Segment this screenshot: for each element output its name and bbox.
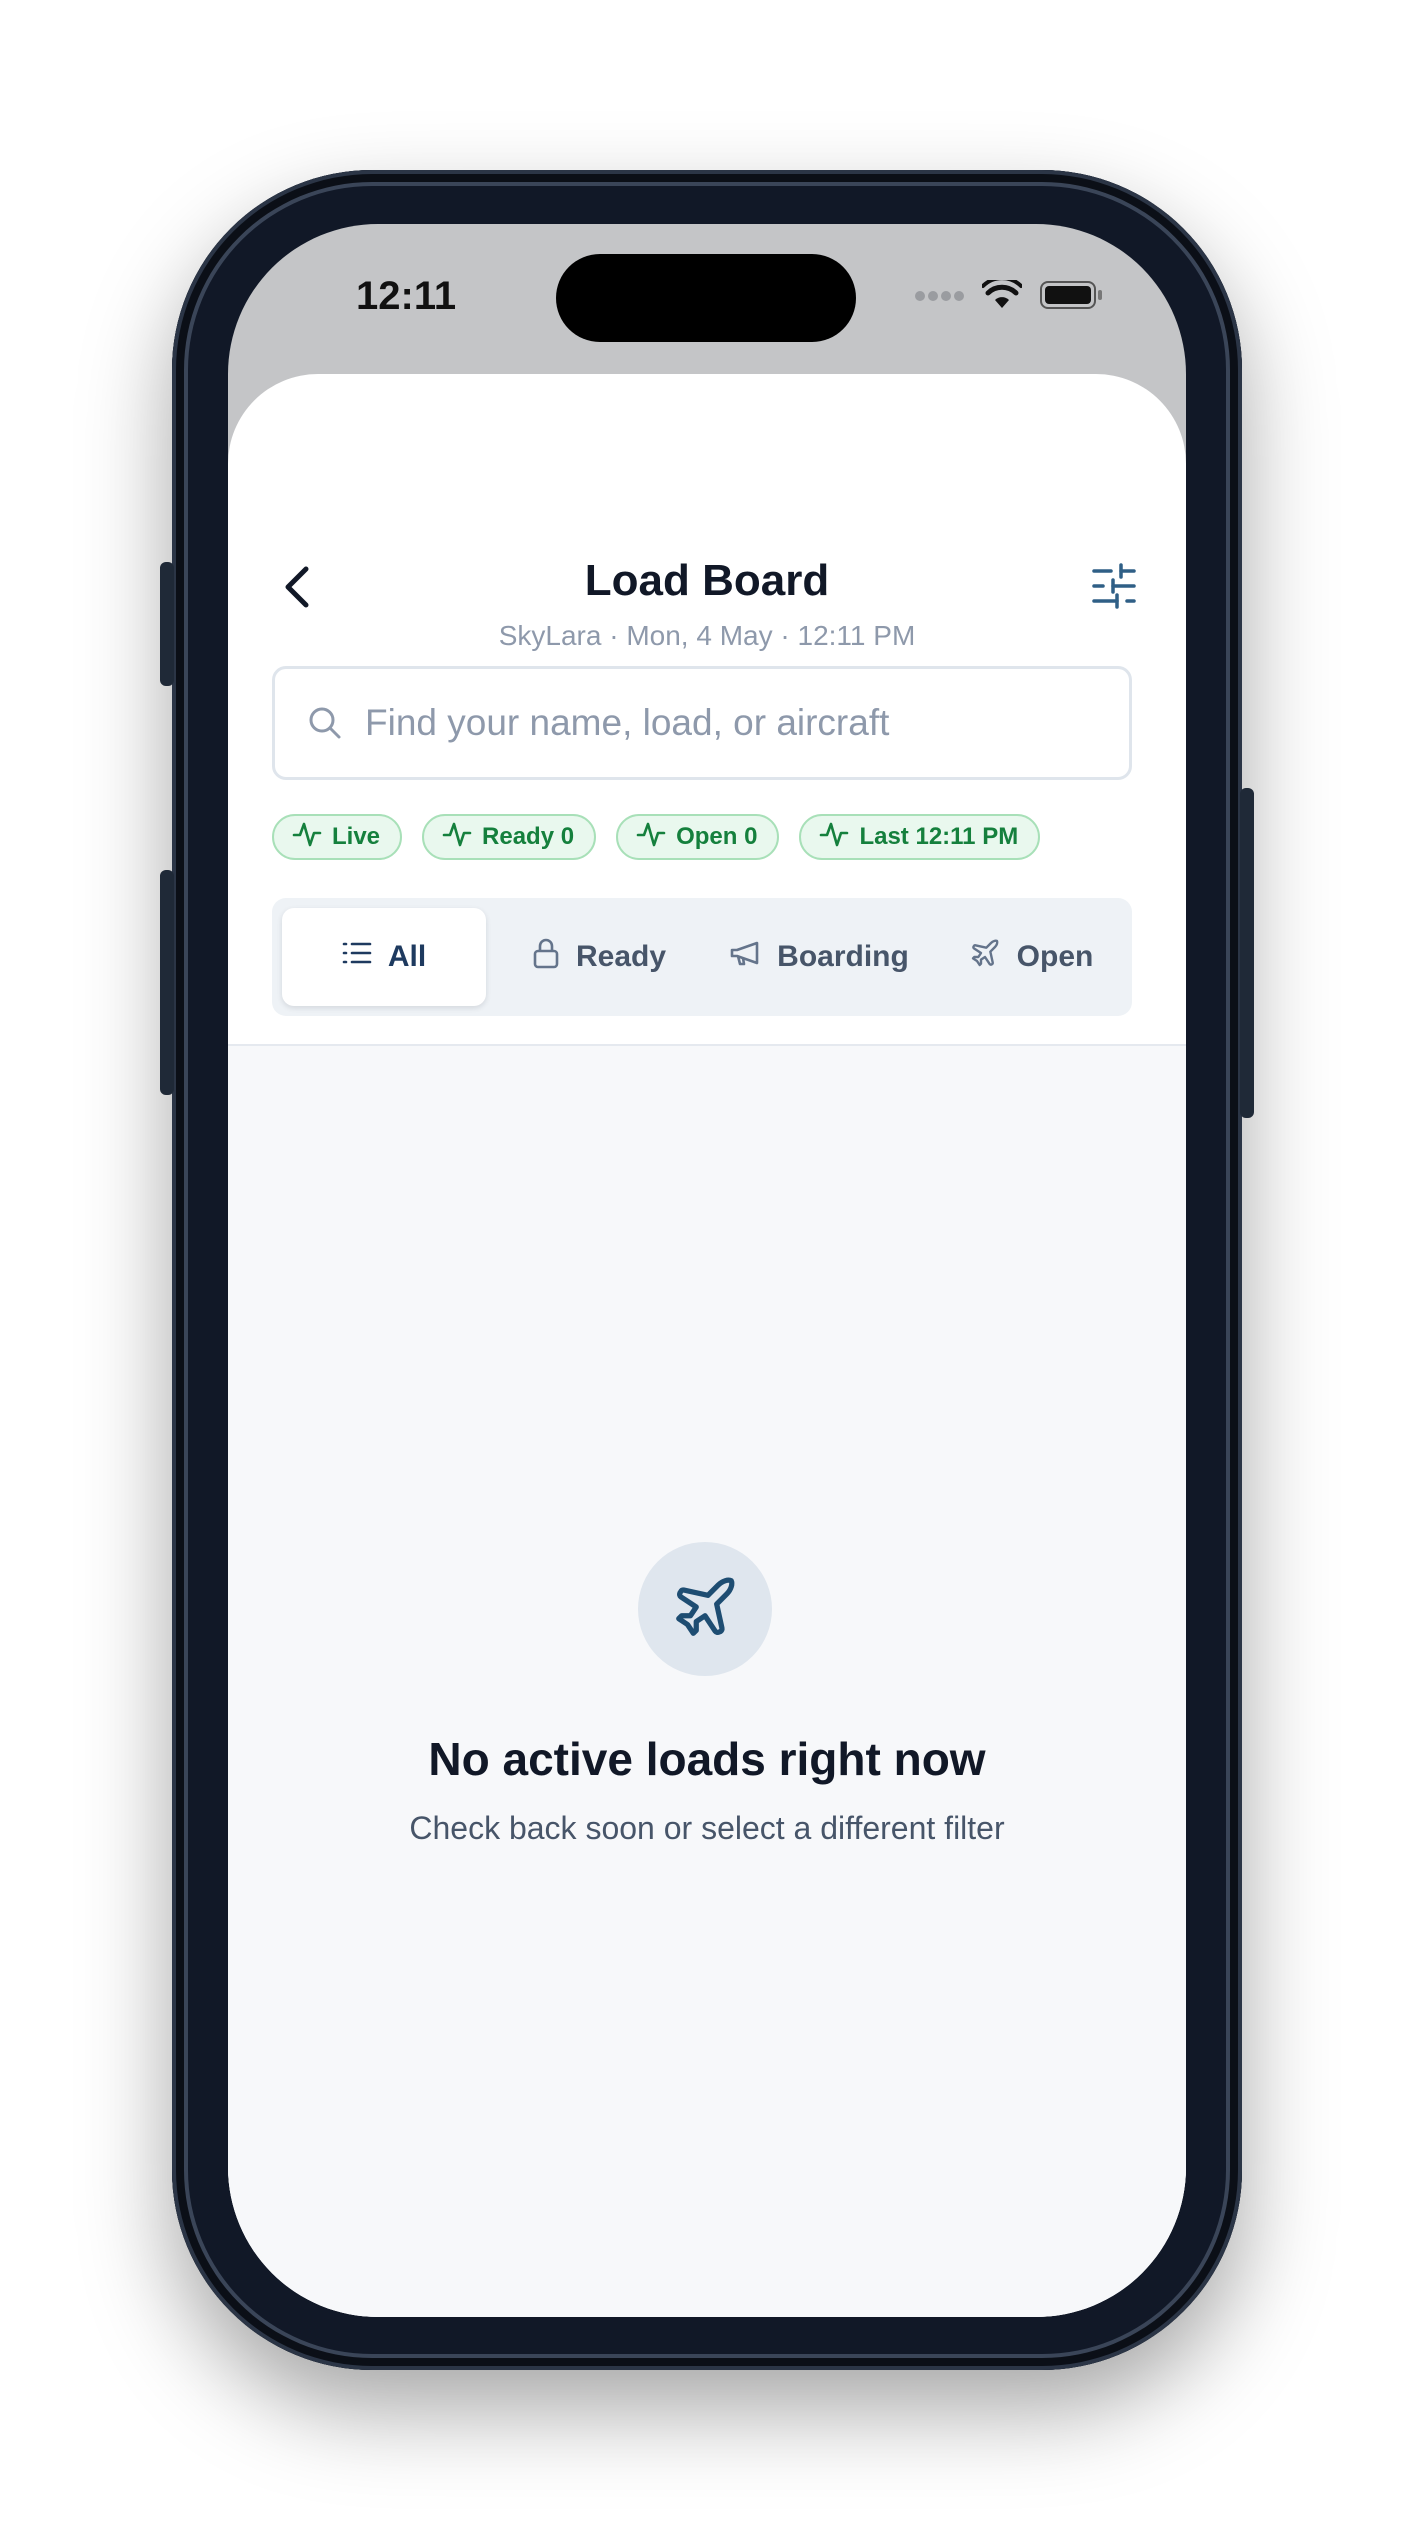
volume-button bbox=[160, 870, 174, 1095]
status-icons bbox=[914, 276, 1104, 315]
sliders-icon bbox=[1091, 562, 1137, 614]
screen: 12:11 Load Board SkyLara · Mon, 4 May · … bbox=[228, 224, 1186, 2317]
chip-last-updated: Last 12:11 PM bbox=[799, 814, 1041, 860]
status-time: 12:11 bbox=[356, 274, 457, 318]
status-chips: Live Ready 0 Open 0 Last 12:11 PM bbox=[272, 814, 1041, 860]
power-button bbox=[1240, 788, 1254, 1118]
megaphone-icon bbox=[729, 939, 761, 975]
phone-frame: 12:11 Load Board SkyLara · Mon, 4 May · … bbox=[160, 170, 1254, 2370]
chip-label: Live bbox=[332, 823, 381, 850]
lock-icon bbox=[532, 937, 560, 977]
filter-settings-button[interactable] bbox=[1086, 560, 1142, 616]
tab-label: All bbox=[387, 940, 427, 973]
chip-ready: Ready 0 bbox=[422, 814, 597, 860]
status-bar: 12:11 bbox=[228, 224, 1186, 374]
search-icon bbox=[307, 705, 343, 741]
plane-icon bbox=[670, 1572, 740, 1647]
load-list-area: No active loads right now Check back soo… bbox=[228, 1046, 1186, 2317]
chip-live: Live bbox=[272, 814, 403, 860]
page-subtitle: SkyLara · Mon, 4 May · 12:11 PM bbox=[498, 620, 916, 651]
activity-icon bbox=[442, 819, 472, 856]
tab-all[interactable]: All bbox=[282, 908, 486, 1006]
list-icon bbox=[342, 940, 372, 974]
header: Load Board SkyLara · Mon, 4 May · 12:11 … bbox=[228, 534, 1186, 651]
chip-label: Open 0 bbox=[676, 823, 758, 850]
dynamic-island bbox=[556, 254, 856, 342]
tab-open[interactable]: Open bbox=[936, 908, 1126, 1006]
status-tabs: All Ready Boarding Open bbox=[272, 898, 1132, 1016]
empty-state-title: No active loads right now bbox=[428, 1733, 986, 1785]
tab-boarding[interactable]: Boarding bbox=[702, 908, 936, 1006]
tab-ready[interactable]: Ready bbox=[496, 908, 702, 1006]
empty-state-subtitle: Check back soon or select a different fi… bbox=[409, 1810, 1005, 1846]
wifi-icon bbox=[981, 276, 1023, 315]
page-title: Load Board bbox=[584, 556, 830, 605]
plane-icon bbox=[969, 937, 1001, 977]
signal-icon bbox=[914, 288, 964, 307]
activity-icon bbox=[636, 819, 666, 856]
search-input[interactable] bbox=[363, 701, 1107, 745]
activity-icon bbox=[819, 819, 849, 856]
activity-icon bbox=[292, 819, 322, 856]
tab-label: Boarding bbox=[777, 940, 909, 973]
empty-state-badge bbox=[638, 1542, 772, 1676]
action-button bbox=[160, 562, 174, 686]
chip-label: Last 12:11 PM bbox=[859, 823, 1019, 850]
load-board-sheet: Load Board SkyLara · Mon, 4 May · 12:11 … bbox=[228, 374, 1186, 2317]
battery-icon bbox=[1040, 280, 1104, 315]
chip-open: Open 0 bbox=[616, 814, 780, 860]
chip-label: Ready 0 bbox=[482, 823, 575, 850]
tab-label: Open bbox=[1016, 940, 1094, 973]
search-bar[interactable] bbox=[272, 666, 1132, 780]
tab-label: Ready bbox=[575, 940, 667, 973]
